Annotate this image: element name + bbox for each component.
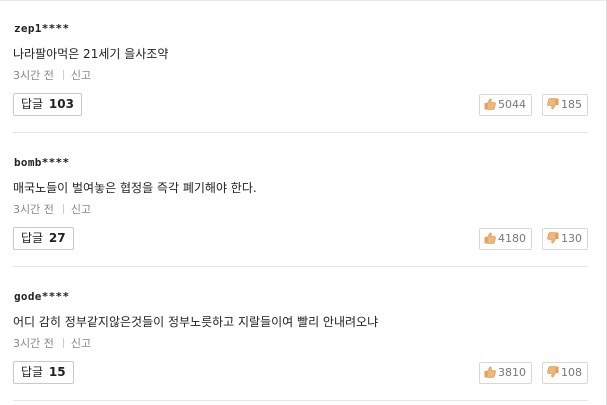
reply-label: 답글 [21,231,44,245]
comment-time: 3시간 전 [13,337,54,350]
comment-meta: 3시간 전 신고 [13,201,91,217]
dislike-count: 185 [561,98,582,111]
report-link[interactable]: 신고 [71,203,91,216]
meta-separator [62,204,64,214]
reply-label: 답글 [21,365,44,379]
comment-item: bomb**** 매국노들이 벌여놓은 협정을 즉각 폐기해야 한다. 3시간 … [13,134,588,267]
comment-item: zep1**** 나라팔아먹은 21세기 을사조약 3시간 전 신고 답글 103… [13,0,588,133]
thumbs-up-icon [484,232,496,244]
thumbs-up-icon [484,366,496,378]
reply-count: 15 [48,365,66,379]
meta-separator [62,338,64,348]
report-link[interactable]: 신고 [71,69,91,82]
comment-author[interactable]: zep1**** [14,22,69,35]
reply-count: 27 [48,231,66,245]
comment-divider [13,400,588,401]
like-button[interactable]: 4180 [479,228,532,250]
comment-text: 나라팔아먹은 21세기 을사조약 [13,47,169,61]
comment-meta: 3시간 전 신고 [13,67,91,83]
dislike-button[interactable]: 185 [542,94,588,116]
comment-author[interactable]: gode**** [14,290,69,303]
thumbs-up-icon [484,98,496,110]
dislike-count: 130 [561,232,582,245]
comment-text: 매국노들이 벌여놓은 협정을 즉각 폐기해야 한다. [13,181,257,195]
comment-meta: 3시간 전 신고 [13,335,91,351]
like-button[interactable]: 5044 [479,94,532,116]
reply-label: 답글 [21,97,44,111]
comment-divider [13,132,588,133]
comment-author[interactable]: bomb**** [14,156,69,169]
dislike-button[interactable]: 108 [542,362,588,384]
like-count: 3810 [498,366,526,379]
dislike-button[interactable]: 130 [542,228,588,250]
meta-separator [62,70,64,80]
comment-item: gode**** 어디 감히 정부같지않은것들이 정부노릇하고 지랄들이여 빨리… [13,268,588,401]
reply-count: 103 [48,97,74,111]
reply-button[interactable]: 답글 15 [13,361,74,384]
like-count: 5044 [498,98,526,111]
comment-text: 어디 감히 정부같지않은것들이 정부노릇하고 지랄들이여 빨리 안내려오냐 [13,315,379,329]
comment-divider [13,266,588,267]
reply-button[interactable]: 답글 27 [13,227,74,250]
dislike-count: 108 [561,366,582,379]
reply-button[interactable]: 답글 103 [13,93,82,116]
report-link[interactable]: 신고 [71,337,91,350]
comment-time: 3시간 전 [13,69,54,82]
like-count: 4180 [498,232,526,245]
thumbs-down-icon [547,98,559,110]
thumbs-down-icon [547,232,559,244]
thumbs-down-icon [547,366,559,378]
comment-time: 3시간 전 [13,203,54,216]
like-button[interactable]: 3810 [479,362,532,384]
